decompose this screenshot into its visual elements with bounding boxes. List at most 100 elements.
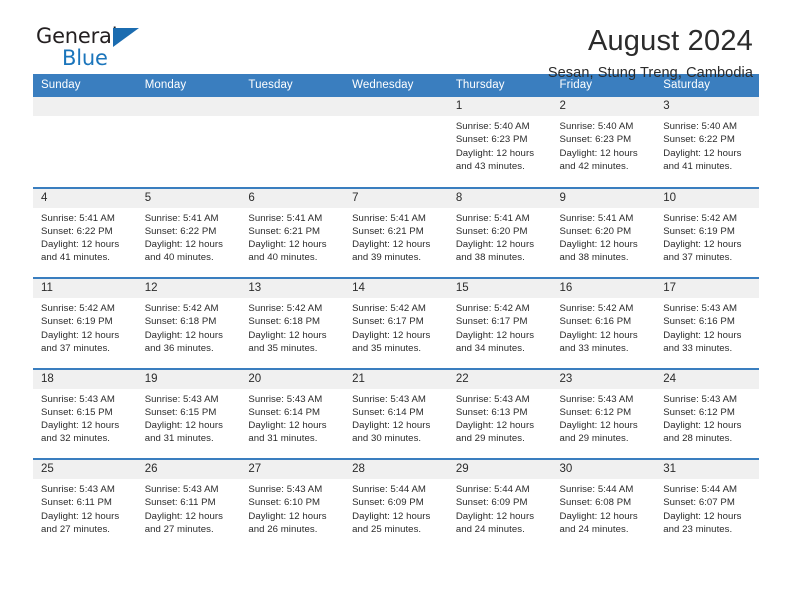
calendar-day-cell[interactable]: 15 Sunrise: 5:42 AM Sunset: 6:17 PM Dayligh…	[447, 277, 552, 369]
sunset-line: Sunset: 6:18 PM	[144, 316, 217, 328]
sunrise-line: Sunrise: 5:40 AM	[663, 121, 738, 132]
calendar-day-cell[interactable]: 1 Sunrise: 5:40 AM Sunset: 6:23 PM Daylight…	[447, 97, 552, 188]
page-header: General Blue August 2024 Sesan, Stung Tr…	[33, 0, 759, 82]
daylight-line-cont: and 40 minutes.	[248, 252, 318, 264]
calendar-day-cell[interactable]: 6 Sunrise: 5:41 AM Sunset: 6:21 PM Daylight…	[240, 186, 345, 278]
day-number: 28	[344, 460, 448, 479]
day-details: Sunrise: 5:43 AM Sunset: 6:12 PM Daylight:…	[655, 389, 759, 446]
sunrise-line: Sunrise: 5:43 AM	[41, 484, 115, 495]
calendar-day-cell[interactable]: 3 Sunrise: 5:40 AM Sunset: 6:22 PM Daylight…	[655, 97, 759, 188]
day-details: Sunrise: 5:44 AM Sunset: 6:09 PM Daylight:…	[448, 479, 552, 536]
day-number: 30	[551, 460, 656, 479]
daylight-line: Daylight: 12 hours	[455, 239, 535, 251]
sunrise-line: Sunrise: 5:41 AM	[248, 212, 323, 224]
calendar-day-cell[interactable]: 23 Sunrise: 5:43 AM Sunset: 6:12 PM Dayligh…	[551, 367, 656, 459]
calendar-day-cell[interactable]: 5 Sunrise: 5:41 AM Sunset: 6:22 PM Daylight…	[136, 186, 241, 278]
daylight-line: Daylight: 12 hours	[559, 510, 638, 522]
daylight-line-cont: and 39 minutes.	[352, 252, 422, 264]
day-details: Sunrise: 5:43 AM Sunset: 6:14 PM Daylight:…	[344, 389, 448, 446]
daylight-line-cont: and 35 minutes.	[352, 342, 422, 354]
day-details: Sunrise: 5:43 AM Sunset: 6:14 PM Daylight:…	[240, 389, 344, 446]
calendar-week-row: 18 Sunrise: 5:43 AM Sunset: 6:15 PM Dayligh…	[33, 367, 759, 459]
day-details: Sunrise: 5:43 AM Sunset: 6:10 PM Daylight:…	[240, 479, 344, 536]
daylight-line-cont: and 42 minutes.	[559, 160, 629, 172]
brand-logo[interactable]: General Blue	[33, 26, 163, 69]
day-number: 25	[33, 460, 137, 479]
calendar-day-cell[interactable]: 18 Sunrise: 5:43 AM Sunset: 6:15 PM Dayligh…	[33, 367, 137, 459]
sunset-line: Sunset: 6:09 PM	[455, 497, 528, 509]
sunrise-line: Sunrise: 5:41 AM	[559, 212, 634, 224]
calendar-day-cell[interactable]: 16 Sunrise: 5:42 AM Sunset: 6:16 PM Dayligh…	[551, 277, 656, 369]
daylight-line-cont: and 32 minutes.	[41, 433, 111, 445]
calendar-day-cell[interactable]: 4 Sunrise: 5:41 AM Sunset: 6:22 PM Daylight…	[33, 186, 137, 278]
title-block: August 2024 Sesan, Stung Treng, Cambodia	[548, 25, 759, 82]
day-number: 24	[655, 369, 759, 389]
daylight-line-cont: and 33 minutes.	[559, 342, 629, 354]
sunrise-line: Sunrise: 5:41 AM	[41, 212, 115, 224]
weekday-header-wednesday: Wednesday	[344, 74, 448, 97]
sunrise-line: Sunrise: 5:41 AM	[144, 212, 219, 224]
day-number	[240, 97, 345, 116]
day-details: Sunrise: 5:42 AM Sunset: 6:16 PM Daylight:…	[552, 298, 656, 355]
day-details: Sunrise: 5:43 AM Sunset: 6:11 PM Daylight:…	[33, 479, 137, 536]
day-number: 1	[447, 97, 552, 116]
sunrise-line: Sunrise: 5:44 AM	[352, 484, 426, 495]
calendar-day-cell[interactable]: 26 Sunrise: 5:43 AM Sunset: 6:11 PM Dayligh…	[136, 458, 241, 550]
calendar-day-cell[interactable]: 12 Sunrise: 5:42 AM Sunset: 6:18 PM Dayligh…	[136, 277, 241, 369]
day-number: 20	[240, 369, 345, 389]
sunrise-line: Sunrise: 5:42 AM	[352, 303, 426, 314]
day-details: Sunrise: 5:43 AM Sunset: 6:15 PM Daylight:…	[33, 389, 137, 446]
calendar-day-cell[interactable]: 20 Sunrise: 5:43 AM Sunset: 6:14 PM Dayligh…	[240, 367, 345, 459]
calendar-day-cell[interactable]: 13 Sunrise: 5:42 AM Sunset: 6:18 PM Dayligh…	[240, 277, 345, 369]
calendar-day-cell[interactable]: 2 Sunrise: 5:40 AM Sunset: 6:23 PM Daylight…	[551, 97, 656, 188]
sunset-line: Sunset: 6:11 PM	[144, 497, 216, 509]
day-number	[136, 97, 241, 116]
calendar-day-cell[interactable]: 21 Sunrise: 5:43 AM Sunset: 6:14 PM Dayligh…	[344, 367, 448, 459]
calendar-day-cell[interactable]: 7 Sunrise: 5:41 AM Sunset: 6:21 PM Daylight…	[344, 186, 448, 278]
sunrise-line: Sunrise: 5:42 AM	[663, 212, 738, 224]
sunset-line: Sunset: 6:21 PM	[352, 225, 424, 237]
day-details: Sunrise: 5:43 AM Sunset: 6:11 PM Daylight:…	[137, 479, 241, 536]
calendar-day-cell[interactable]: 10 Sunrise: 5:42 AM Sunset: 6:19 PM Dayligh…	[655, 186, 759, 278]
calendar-day-cell[interactable]: 25 Sunrise: 5:43 AM Sunset: 6:11 PM Dayligh…	[33, 458, 137, 550]
sunrise-line: Sunrise: 5:41 AM	[455, 212, 530, 224]
calendar-day-cell[interactable]: 9 Sunrise: 5:41 AM Sunset: 6:20 PM Daylight…	[551, 186, 656, 278]
daylight-line: Daylight: 12 hours	[559, 420, 638, 432]
calendar-day-cell[interactable]: 19 Sunrise: 5:43 AM Sunset: 6:15 PM Dayligh…	[136, 367, 241, 459]
daylight-line-cont: and 38 minutes.	[559, 252, 629, 264]
calendar-day-cell[interactable]: 14 Sunrise: 5:42 AM Sunset: 6:17 PM Dayligh…	[344, 277, 448, 369]
day-details: Sunrise: 5:41 AM Sunset: 6:21 PM Daylight:…	[240, 208, 344, 265]
sunrise-line: Sunrise: 5:44 AM	[663, 484, 738, 495]
triangle-icon	[113, 28, 139, 47]
sunrise-line: Sunrise: 5:43 AM	[248, 484, 323, 495]
calendar-day-cell[interactable]: 30 Sunrise: 5:44 AM Sunset: 6:08 PM Dayligh…	[551, 458, 656, 550]
day-details: Sunrise: 5:42 AM Sunset: 6:18 PM Daylight:…	[240, 298, 344, 355]
daylight-line-cont: and 37 minutes.	[663, 252, 733, 264]
calendar-day-cell[interactable]: 8 Sunrise: 5:41 AM Sunset: 6:20 PM Daylight…	[447, 186, 552, 278]
calendar-day-cell[interactable]: 29 Sunrise: 5:44 AM Sunset: 6:09 PM Dayligh…	[447, 458, 552, 550]
calendar-day-cell[interactable]: 11 Sunrise: 5:42 AM Sunset: 6:19 PM Dayligh…	[33, 277, 137, 369]
calendar-day-cell[interactable]: 22 Sunrise: 5:43 AM Sunset: 6:13 PM Dayligh…	[447, 367, 552, 459]
day-number: 7	[344, 188, 448, 208]
sunset-line: Sunset: 6:20 PM	[455, 225, 528, 237]
daylight-line-cont: and 25 minutes.	[352, 523, 422, 535]
calendar-day-cell[interactable]: 27 Sunrise: 5:43 AM Sunset: 6:10 PM Dayligh…	[240, 458, 345, 550]
calendar-day-cell[interactable]: 31 Sunrise: 5:44 AM Sunset: 6:07 PM Dayligh…	[655, 458, 759, 550]
calendar-day-cell[interactable]: 28 Sunrise: 5:44 AM Sunset: 6:09 PM Dayligh…	[344, 458, 448, 550]
sunset-line: Sunset: 6:12 PM	[559, 406, 632, 418]
day-details: Sunrise: 5:42 AM Sunset: 6:17 PM Daylight:…	[448, 298, 552, 355]
daylight-line: Daylight: 12 hours	[248, 420, 327, 432]
sunset-line: Sunset: 6:17 PM	[352, 316, 424, 328]
page-title: August 2024	[587, 25, 753, 57]
calendar-day-cell[interactable]: 24 Sunrise: 5:43 AM Sunset: 6:12 PM Dayligh…	[655, 367, 759, 459]
daylight-line-cont: and 27 minutes.	[41, 523, 111, 535]
day-number: 26	[136, 460, 241, 479]
daylight-line-cont: and 40 minutes.	[144, 252, 214, 264]
day-number: 21	[344, 369, 448, 389]
day-details: Sunrise: 5:44 AM Sunset: 6:08 PM Daylight:…	[552, 479, 656, 536]
calendar-day-cell[interactable]: 17 Sunrise: 5:43 AM Sunset: 6:16 PM Dayligh…	[655, 277, 759, 369]
daylight-line: Daylight: 12 hours	[41, 420, 120, 432]
daylight-line-cont: and 41 minutes.	[663, 160, 733, 172]
sunrise-line: Sunrise: 5:42 AM	[144, 303, 219, 314]
day-number: 13	[240, 279, 345, 298]
